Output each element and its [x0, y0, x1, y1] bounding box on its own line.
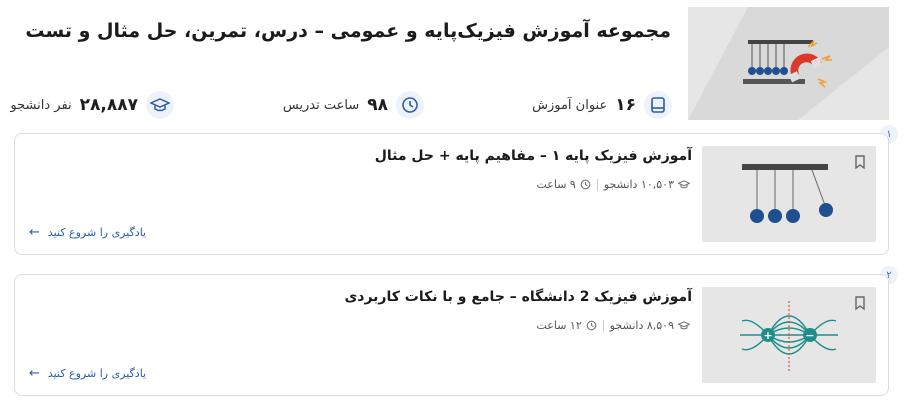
arrow-left-icon: ←: [29, 366, 40, 381]
course-students: ۱۰,۵۰۳ دانشجو: [604, 178, 690, 191]
stat-hours-label: ساعت تدریس: [282, 97, 360, 113]
course-thumbnail[interactable]: + −: [702, 287, 876, 383]
clock-icon: [396, 91, 424, 119]
svg-text:−: −: [805, 329, 814, 342]
clock-icon: [580, 179, 591, 190]
meta-divider: [602, 319, 604, 332]
course-title[interactable]: آموزش فیزیک پایه ۱ – مفاهیم پایه + حل مث…: [375, 148, 692, 164]
course-card[interactable]: + − آموزش فیزیک 2 دانشگاه – جامع و با نک…: [14, 274, 889, 396]
graduation-cap-icon: [678, 321, 690, 330]
book-icon: [644, 91, 672, 119]
stat-lessons-label: عنوان آموزش: [532, 97, 608, 113]
start-learning-label: یادگیری را شروع کنید: [47, 226, 147, 239]
course-students: ۸,۵۰۹ دانشجو: [610, 319, 690, 332]
graduation-cap-icon: [678, 180, 690, 189]
meta-divider: [596, 178, 598, 191]
stat-lessons: ۱۶ عنوان آموزش: [532, 90, 672, 120]
clock-icon: [586, 320, 597, 331]
course-hours-value: ۱۲ ساعت: [536, 319, 582, 332]
stat-hours: ۹۸ ساعت تدریس: [283, 90, 424, 120]
stat-lessons-value: ۱۶: [615, 95, 636, 115]
start-learning-link[interactable]: یادگیری را شروع کنید ←: [29, 366, 146, 381]
bookmark-icon[interactable]: [852, 295, 868, 311]
graduation-cap-icon: [146, 91, 174, 119]
newtons-cradle-illustration: [742, 164, 833, 223]
stat-hours-value: ۹۸: [367, 95, 388, 115]
collection-title: مجموعه آموزش فیزیک‌پایه و عمومی – درس، ت…: [25, 20, 671, 42]
course-hours: ۹ ساعت: [536, 178, 591, 191]
stat-students-label: نفر دانشجو: [10, 97, 72, 113]
course-meta: ۱۰,۵۰۳ دانشجو ۹ ساعت: [536, 178, 690, 191]
course-students-count: ۸,۵۰۹ دانشجو: [609, 319, 674, 332]
start-learning-label: یادگیری را شروع کنید: [47, 367, 147, 380]
collection-thumbnail: [688, 7, 889, 120]
course-thumbnail[interactable]: [702, 146, 876, 242]
course-hours: ۱۲ ساعت: [536, 319, 597, 332]
course-students-count: ۱۰,۵۰۳ دانشجو: [603, 178, 674, 191]
course-card[interactable]: آموزش فیزیک پایه ۱ – مفاهیم پایه + حل مث…: [14, 133, 889, 255]
stat-students: ۲۸,۸۸۷ نفر دانشجو: [10, 90, 174, 120]
course-title[interactable]: آموزش فیزیک 2 دانشگاه – جامع و با نکات ک…: [344, 289, 692, 305]
bookmark-icon[interactable]: [852, 154, 868, 170]
svg-text:+: +: [763, 329, 772, 342]
newtons-cradle-magnet-illustration: [688, 7, 889, 120]
start-learning-link[interactable]: یادگیری را شروع کنید ←: [29, 225, 146, 240]
electric-dipole-field-illustration: + −: [740, 301, 838, 371]
stat-students-value: ۲۸,۸۸۷: [79, 95, 138, 115]
course-hours-value: ۹ ساعت: [536, 178, 576, 191]
arrow-left-icon: ←: [29, 225, 40, 240]
course-meta: ۸,۵۰۹ دانشجو ۱۲ ساعت: [536, 319, 690, 332]
